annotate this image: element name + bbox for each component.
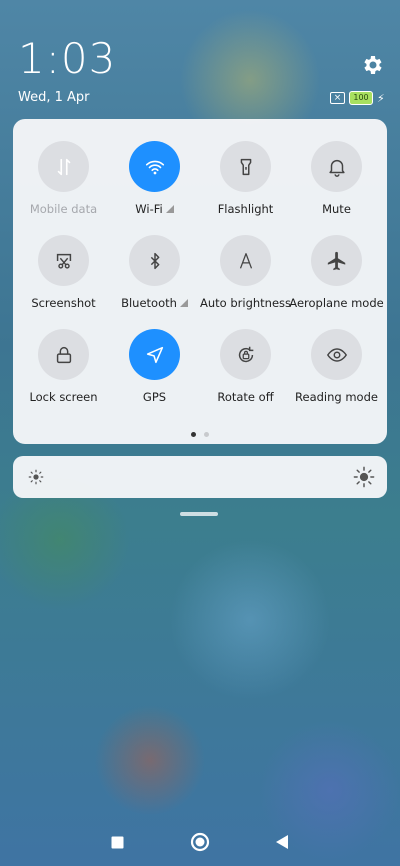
tile-label: Auto brightness xyxy=(199,296,292,310)
airplane-icon xyxy=(311,235,362,286)
eye-icon xyxy=(311,329,362,380)
quick-settings-panel: Mobile data Wi-Fi Flashlight Mute Screen xyxy=(13,119,387,444)
tile-label: Bluetooth xyxy=(121,296,188,310)
tile-label: Mute xyxy=(322,202,351,216)
sun-large-icon xyxy=(353,466,375,488)
signal-icon xyxy=(165,205,174,213)
back-button[interactable] xyxy=(265,825,299,859)
tile-reading-mode[interactable]: Reading mode xyxy=(291,329,382,404)
tile-mute[interactable]: Mute xyxy=(291,141,382,216)
brightness-slider[interactable] xyxy=(13,456,387,498)
page-dot-2[interactable] xyxy=(204,432,209,437)
tile-label: Reading mode xyxy=(295,390,378,404)
tile-wifi[interactable]: Wi-Fi xyxy=(109,141,200,216)
tile-lock-screen[interactable]: Lock screen xyxy=(18,329,109,404)
gear-icon[interactable] xyxy=(360,53,384,77)
rotate-lock-icon xyxy=(220,329,271,380)
page-dot-1[interactable] xyxy=(191,432,196,437)
tile-label: Flashlight xyxy=(217,202,274,216)
panel-drag-handle[interactable] xyxy=(180,512,218,516)
signal-icon xyxy=(179,299,188,307)
tile-gps[interactable]: GPS xyxy=(109,329,200,404)
tile-label: Aeroplane mode xyxy=(289,296,384,310)
lock-icon xyxy=(38,329,89,380)
tile-screenshot[interactable]: Screenshot xyxy=(18,235,109,310)
bluetooth-icon xyxy=(129,235,180,286)
auto-brightness-icon xyxy=(220,235,271,286)
tile-label: Rotate off xyxy=(217,390,274,404)
page-indicator xyxy=(13,432,387,437)
status-area: 1:03 Wed, 1 Apr xyxy=(18,34,117,106)
date: Wed, 1 Apr xyxy=(18,90,90,105)
tile-auto-brightness[interactable]: Auto brightness xyxy=(200,235,291,310)
tile-label: Screenshot xyxy=(31,296,96,310)
circle-icon xyxy=(190,832,210,852)
tile-aeroplane-mode[interactable]: Aeroplane mode xyxy=(289,235,384,310)
sun-small-icon xyxy=(28,469,44,485)
wifi-icon xyxy=(129,141,180,192)
square-icon xyxy=(111,836,123,848)
bell-icon xyxy=(311,141,362,192)
tile-label: GPS xyxy=(142,390,167,404)
bolt-icon: ⚡ xyxy=(377,91,385,105)
tile-bluetooth[interactable]: Bluetooth xyxy=(109,235,200,310)
tile-label: Wi-Fi xyxy=(135,202,174,216)
tile-label: Mobile data xyxy=(29,202,98,216)
mobile-data-icon xyxy=(38,141,89,192)
triangle-icon xyxy=(276,835,288,849)
location-arrow-icon xyxy=(129,329,180,380)
screenshot-icon xyxy=(38,235,89,286)
tile-flashlight[interactable]: Flashlight xyxy=(200,141,291,216)
tile-mobile-data[interactable]: Mobile data xyxy=(18,141,109,216)
navigation-bar xyxy=(0,825,400,859)
status-indicators: × 100 ⚡ xyxy=(330,91,385,105)
clock: 1:03 xyxy=(18,34,117,83)
tile-rotate-off[interactable]: Rotate off xyxy=(200,329,291,404)
tiles-grid: Mobile data Wi-Fi Flashlight Mute Screen xyxy=(13,141,387,404)
battery-icon: 100 xyxy=(349,91,373,105)
x-sim-icon: × xyxy=(330,92,345,104)
home-button[interactable] xyxy=(183,825,217,859)
tile-label: Lock screen xyxy=(29,390,98,404)
recents-button[interactable] xyxy=(100,825,134,859)
flashlight-icon xyxy=(220,141,271,192)
